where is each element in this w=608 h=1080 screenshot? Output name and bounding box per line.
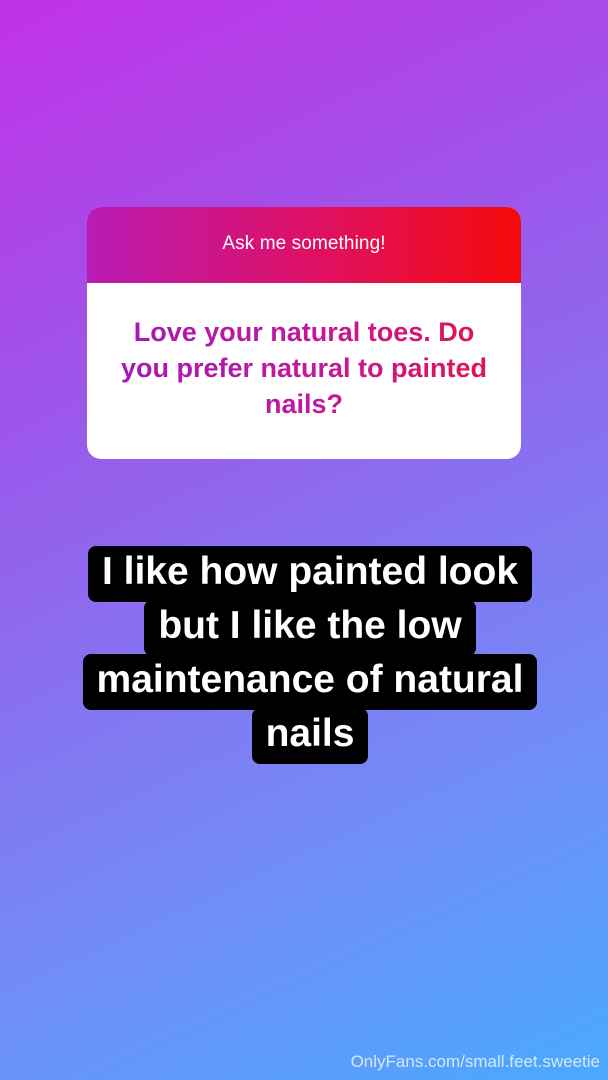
question-text: Love your natural toes. Do you prefer na… [117, 314, 491, 428]
answer-line: I like how painted look [87, 546, 533, 602]
answer-line: nails [251, 708, 369, 764]
question-sticker-header: Ask me something! [87, 207, 521, 283]
question-sticker-body: Love your natural toes. Do you prefer na… [87, 283, 521, 459]
question-sticker[interactable]: Ask me something! Love your natural toes… [87, 207, 521, 459]
answer-line: maintenance of natural [82, 654, 538, 710]
answer-text-block: I like how painted look but I like the l… [40, 546, 580, 764]
question-prompt: Ask me something! [222, 233, 386, 254]
watermark: OnlyFans.com/small.feet.sweetie [350, 1052, 600, 1071]
answer-line: but I like the low [144, 600, 476, 656]
